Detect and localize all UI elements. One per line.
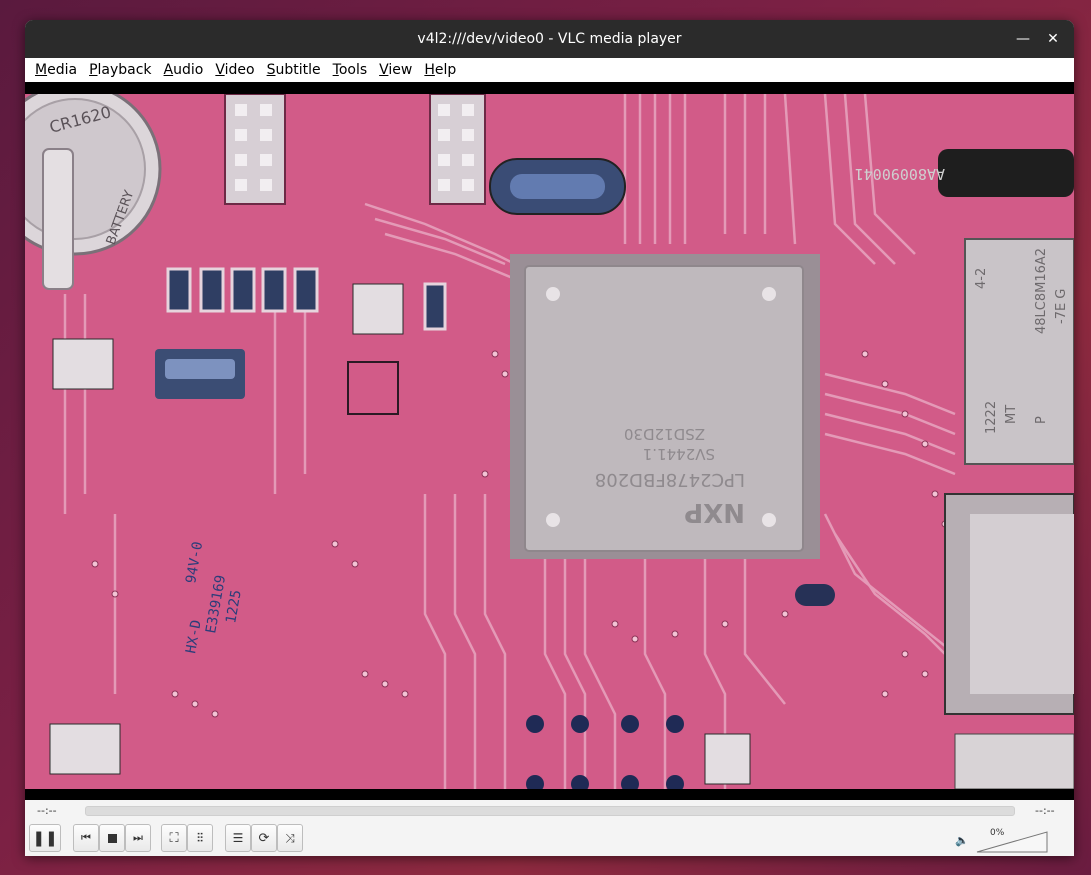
ram-maker-text: MT [1004,405,1019,424]
chip-part-text: LPC2478FBD208 [595,469,745,490]
pcb-image: CR1620 BATTERY LPC2478FBD208 SV2441.1 ZS… [25,94,1074,789]
pause-icon: ❚❚ [32,829,58,847]
chip-brand-text: NXP [684,497,745,527]
video-area[interactable]: CR1620 BATTERY LPC2478FBD208 SV2441.1 ZS… [25,82,1074,800]
ram-rev-text: 4-2 [974,268,989,289]
vlc-window: v4l2:///dev/video0 - VLC media player — … [25,20,1074,856]
title-bar[interactable]: v4l2:///dev/video0 - VLC media player — … [25,20,1074,58]
elapsed-time: --:-- [37,804,57,817]
ram-date-text: 1222 [984,401,999,434]
shuffle-icon: ⤨ [285,830,295,845]
loop-button[interactable]: ⟳ [251,824,277,852]
video-frame: CR1620 BATTERY LPC2478FBD208 SV2441.1 ZS… [25,94,1074,789]
ram-speed-text: -7E G [1054,289,1069,324]
extended-settings-button[interactable]: ⫶⫶ [187,824,213,852]
seek-slider[interactable] [85,806,1015,816]
next-button[interactable]: ⏭ [125,824,151,852]
stop-button[interactable] [99,824,125,852]
menu-tools[interactable]: Tools [327,62,374,78]
fullscreen-button[interactable]: ⛶ [161,824,187,852]
window-title: v4l2:///dev/video0 - VLC media player [417,31,682,47]
menu-audio[interactable]: Audio [158,62,210,78]
stop-icon [107,833,117,843]
previous-button[interactable]: ⏮ [73,824,99,852]
extended-settings-icon: ⫶⫶ [196,830,203,845]
shuffle-button[interactable]: ⤨ [277,824,303,852]
playlist-button[interactable]: ☰ [225,824,251,852]
playlist-icon: ☰ [232,831,244,845]
chip-date-text: ZSD12D30 [624,425,705,443]
chip-batch-text: SV2441.1 [643,445,715,463]
menu-playback[interactable]: Playback [83,62,157,78]
loop-icon: ⟳ [258,830,270,846]
board-serial-label: AA80090041 [855,165,945,183]
minimize-icon[interactable]: — [1013,29,1033,49]
remaining-time[interactable]: --:-- [1035,804,1055,817]
playback-controls: --:-- --:-- ❚❚ ⏮ ⏭ ⛶ ⫶⫶ ☰ ⟳ ⤨ 🔈 0% [25,800,1074,856]
volume-slider[interactable] [975,830,1049,854]
menu-help[interactable]: Help [418,62,462,78]
menu-subtitle[interactable]: Subtitle [261,62,327,78]
close-icon[interactable]: ✕ [1043,29,1063,49]
fullscreen-icon: ⛶ [169,830,179,846]
next-icon: ⏭ [133,831,143,844]
ram-grade-text: P [1034,416,1049,424]
menu-media[interactable]: Media [29,62,83,78]
menu-bar: Media Playback Audio Video Subtitle Tool… [25,58,1074,83]
volume-muted-icon[interactable]: 🔈 [955,834,969,847]
menu-video[interactable]: Video [209,62,260,78]
menu-view[interactable]: View [373,62,418,78]
previous-icon: ⏮ [81,831,91,844]
ram-part-text: 48LC8M16A2 [1034,248,1049,334]
pause-button[interactable]: ❚❚ [29,824,61,852]
